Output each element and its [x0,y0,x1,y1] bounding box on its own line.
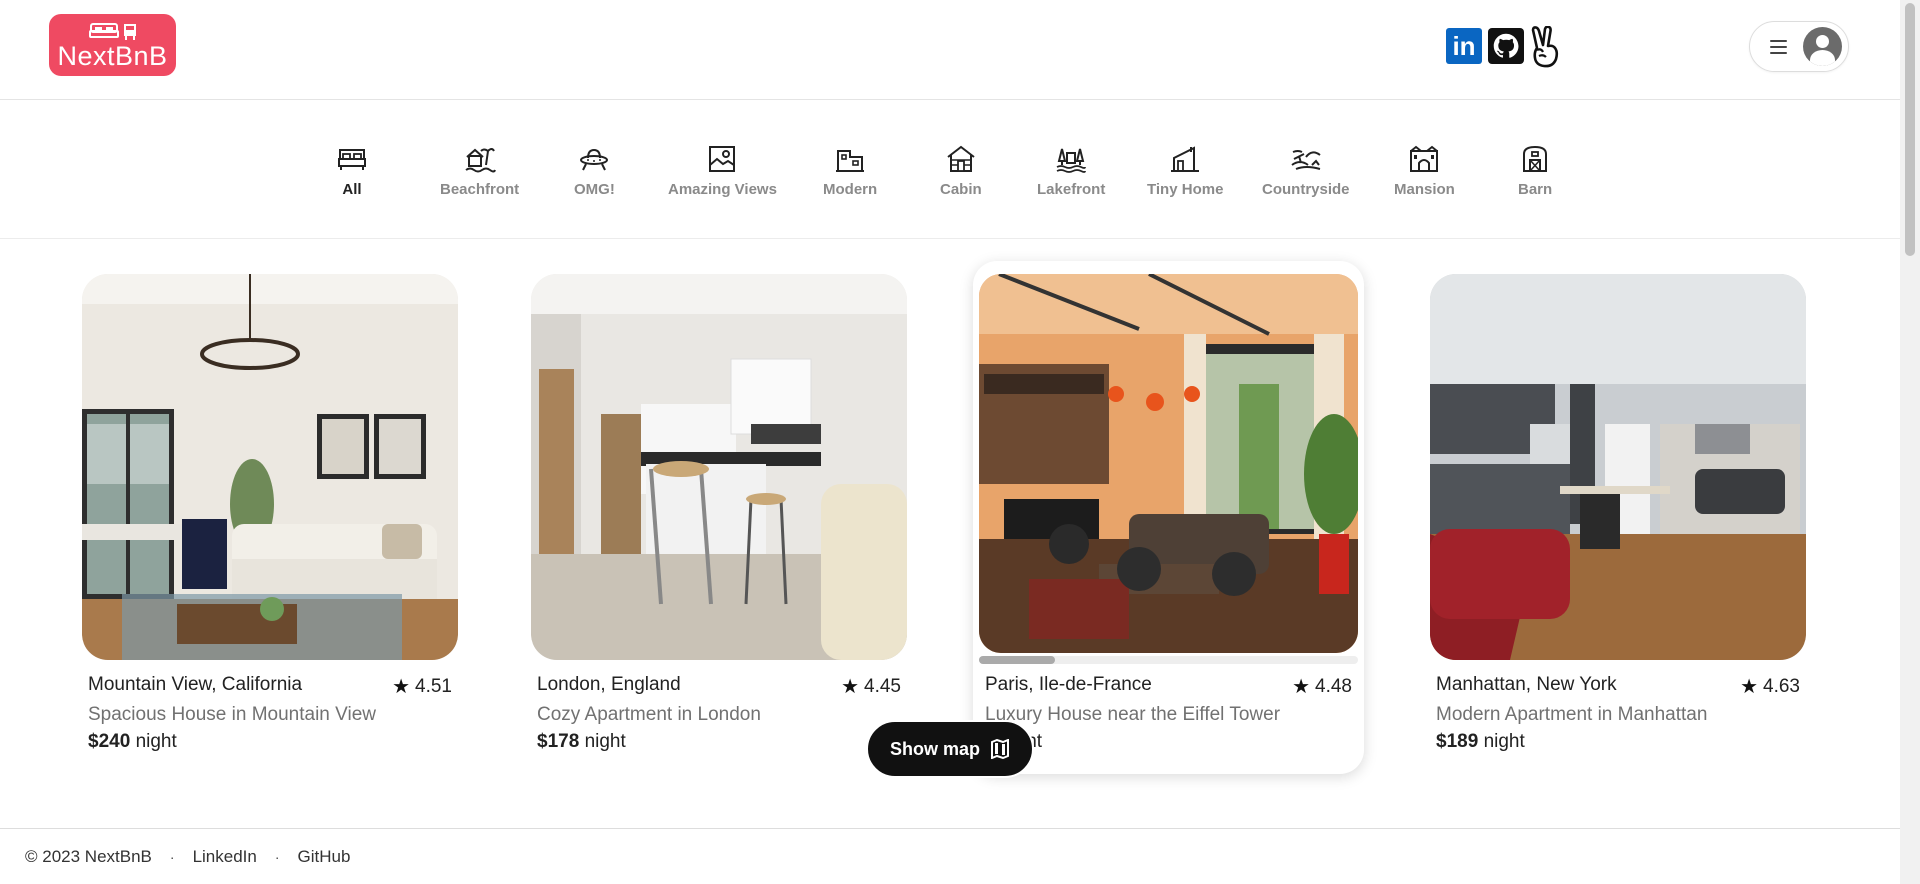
tiny-home-icon [1171,146,1200,172]
listing-location: Paris, Ile-de-France [985,674,1152,695]
lakefront-icon [1056,148,1087,173]
category-label: Mansion [1394,181,1455,198]
bed-icon [338,149,366,170]
category-countryside[interactable]: Countryside [1262,143,1350,198]
listing-rating: ★ 4.51 [392,674,452,699]
menu-icon [1770,39,1787,54]
price-value: $178 [537,731,580,752]
listing-rating: ★ 4.45 [841,674,901,699]
countryside-icon [1291,150,1321,170]
views-icon [709,146,736,172]
category-all[interactable]: All [336,143,368,198]
linkedin-icon[interactable]: in [1446,28,1482,64]
category-cabin[interactable]: Cabin [940,143,982,198]
rating-value: 4.51 [415,675,452,697]
category-label: Barn [1518,181,1553,198]
listing-price: $189 night [1436,731,1800,753]
category-label: Cabin [940,181,982,198]
page-scrollbar[interactable] [1900,0,1920,884]
header: NextBnB in [0,0,1900,100]
listing-title: Spacious House in Mountain View [88,704,376,725]
bed-logo-icon [88,20,137,42]
mansion-icon [1410,145,1439,172]
listing-rating: ★ 4.48 [1292,674,1352,699]
listing-location: Mountain View, California [88,674,303,695]
rating-value: 4.48 [1315,675,1352,697]
listing-card[interactable]: Manhattan, New York ★ 4.63 Modern Apartme… [1430,274,1806,753]
category-tiny-home[interactable]: Tiny Home [1147,143,1223,198]
ufo-icon [580,148,609,171]
star-icon: ★ [1740,676,1759,698]
copyright-text: © 2023 NextBnB [25,846,152,866]
listing-location: London, England [537,674,681,695]
category-label: All [342,181,362,198]
listing-card-hovered[interactable]: Paris, Ile-de-France ★ 4.48 Luxury House … [973,261,1364,774]
scrollbar-thumb[interactable] [1905,3,1915,256]
category-amazing-views[interactable]: Amazing Views [668,143,777,198]
category-label: Amazing Views [668,181,777,198]
separator: · [169,848,175,865]
map-icon [991,739,1009,759]
listing-title: Cozy Apartment in London [537,704,761,725]
price-value: $240 [88,731,131,752]
category-label: OMG! [574,181,615,198]
star-icon: ★ [841,676,860,698]
listing-card[interactable]: Mountain View, California ★ 4.51 Spacious… [82,274,458,753]
category-label: Countryside [1262,181,1350,198]
github-icon[interactable] [1488,28,1524,64]
listing-price: $240 night [88,731,452,753]
separator: · [274,848,280,865]
beach-icon [464,148,496,173]
category-label: Tiny Home [1147,181,1224,198]
show-map-button[interactable]: Show map [866,720,1034,778]
category-beachfront[interactable]: Beachfront [440,143,519,198]
price-unit: night [584,731,626,752]
price-unit: night [1483,731,1525,752]
peace-hand-icon[interactable] [1527,26,1563,68]
category-modern[interactable]: Modern [823,143,877,198]
star-icon: ★ [1292,676,1311,698]
barn-icon [1523,145,1548,172]
rating-value: 4.63 [1763,675,1800,697]
footer-link-github[interactable]: GitHub [298,847,351,867]
show-map-label: Show map [889,738,980,759]
price-value: $189 [1436,731,1479,752]
listing-card[interactable]: London, England ★ 4.45 Cozy Apartment in … [531,274,907,753]
category-barn[interactable]: Barn [1518,143,1552,198]
image-scroll-indicator[interactable] [979,656,1358,664]
listing-location: Manhattan, New York [1436,674,1617,695]
listing-title: Modern Apartment in Manhattan [1436,704,1708,725]
listing-photo[interactable] [1430,274,1806,660]
price-unit: night [135,731,177,752]
star-icon: ★ [392,676,411,698]
listing-price: $ night [985,731,1352,753]
user-menu-button[interactable] [1749,21,1849,72]
category-bar: All Beachfront OMG! Amazing Views Modern… [0,101,1900,310]
footer-link-linkedin[interactable]: LinkedIn [193,847,257,867]
logo[interactable]: NextBnB [49,14,176,76]
rating-value: 4.45 [864,675,901,697]
category-label: Modern [823,181,878,198]
listing-rating: ★ 4.63 [1740,674,1800,699]
category-mansion[interactable]: Mansion [1394,143,1455,198]
category-label: Lakefront [1037,181,1106,198]
listing-price: $178 night [537,731,901,753]
linkedin-label: in [1452,30,1476,61]
listing-photo[interactable] [531,274,907,660]
listing-title: Luxury House near the Eiffel Tower [985,704,1281,725]
category-label: Beachfront [440,181,520,198]
modern-icon [836,150,865,172]
logo-text: NextBnB [57,41,168,71]
listing-photo[interactable] [82,274,458,660]
footer: © 2023 NextBnB · LinkedIn · GitHub [0,828,1900,884]
listing-photo[interactable] [979,274,1358,653]
category-omg[interactable]: OMG! [574,143,615,198]
cabin-icon [947,145,975,172]
category-lakefront[interactable]: Lakefront [1037,143,1105,198]
avatar [1803,27,1842,66]
